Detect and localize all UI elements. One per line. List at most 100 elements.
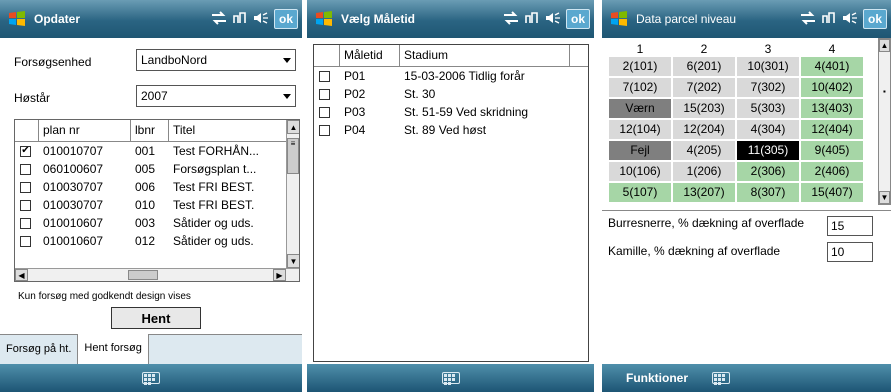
- scroll-down-icon[interactable]: ▼: [879, 191, 890, 204]
- windows-start-icon[interactable]: [6, 8, 28, 30]
- signal-icon[interactable]: [524, 11, 540, 28]
- table-row[interactable]: ✔ 010010707 001 Test FORHÅN...: [15, 142, 299, 160]
- row-checkbox[interactable]: [319, 106, 330, 118]
- vertical-scrollbar[interactable]: ▲ ▪ ▼: [878, 38, 891, 205]
- parcel-cell[interactable]: 7(302): [737, 78, 799, 97]
- forsogsenhed-dropdown[interactable]: LandboNord: [136, 49, 296, 71]
- parcel-cell[interactable]: 2(406): [801, 162, 863, 181]
- header-check-col: [15, 120, 39, 141]
- signal-icon[interactable]: [232, 11, 248, 28]
- signal-icon[interactable]: [821, 11, 837, 28]
- title-bar: Data parcel niveau ok: [602, 0, 891, 38]
- parcel-cell[interactable]: 4(304): [737, 120, 799, 139]
- row-checkbox[interactable]: [319, 70, 330, 82]
- row-checkbox[interactable]: [319, 88, 330, 100]
- parcel-cell[interactable]: 10(301): [737, 57, 799, 76]
- parcel-cell[interactable]: 9(405): [801, 141, 863, 160]
- scroll-up-icon[interactable]: ▲: [287, 120, 299, 134]
- scroll-thumb[interactable]: ≡: [287, 138, 299, 174]
- parcel-cell[interactable]: 7(102): [609, 78, 671, 97]
- table-row[interactable]: 010010607 003 Såtider og uds.: [15, 214, 299, 232]
- parcel-cell[interactable]: 5(303): [737, 99, 799, 118]
- parcel-cell[interactable]: 5(107): [609, 183, 671, 202]
- parcel-cell[interactable]: 2(101): [609, 57, 671, 76]
- parcel-cell[interactable]: Fejl: [609, 141, 671, 160]
- ok-button[interactable]: ok: [862, 9, 887, 29]
- parcel-cell[interactable]: 12(404): [801, 120, 863, 139]
- table-row[interactable]: P01 15-03-2006 Tidlig forår: [314, 67, 588, 85]
- vertical-scrollbar[interactable]: ▲ ≡ ▼: [286, 120, 299, 268]
- tab-hent-forsog[interactable]: Hent forsøg: [78, 334, 149, 364]
- row-checkbox[interactable]: [319, 124, 330, 136]
- hostar-label: Høstår: [14, 91, 50, 105]
- plan-table[interactable]: plan nr lbnr Titel ✔ 010010707 001 Test FOR…: [14, 119, 300, 282]
- table-row[interactable]: 010030707 010 Test FRI BEST.: [15, 196, 299, 214]
- header-stadium[interactable]: Stadium: [400, 45, 570, 66]
- parcel-cell[interactable]: 1(206): [673, 162, 735, 181]
- scroll-thumb[interactable]: ▪: [883, 87, 886, 96]
- row-checkbox[interactable]: [20, 235, 31, 247]
- parcel-cell[interactable]: 10(402): [801, 78, 863, 97]
- scroll-right-icon[interactable]: ▶: [273, 269, 286, 281]
- tab-forsog-pa-ht[interactable]: Forsøg på ht.: [0, 335, 79, 364]
- parcel-cell[interactable]: 13(403): [801, 99, 863, 118]
- parcel-cell[interactable]: 12(104): [609, 120, 671, 139]
- parcel-cell[interactable]: 15(407): [801, 183, 863, 202]
- parcel-grid[interactable]: 1 2 3 4 2(101) 6(201) 10(301) 4(401) 7(102) 7(202…: [609, 42, 879, 206]
- parcel-cell[interactable]: 11(305): [737, 141, 799, 160]
- parcel-cell[interactable]: 6(201): [673, 57, 735, 76]
- table-row[interactable]: P02 St. 30: [314, 85, 588, 103]
- kamille-input[interactable]: 10: [827, 242, 873, 262]
- burresnerre-input[interactable]: 15: [827, 216, 873, 236]
- parcel-cell[interactable]: 2(306): [737, 162, 799, 181]
- scroll-up-icon[interactable]: ▲: [879, 39, 890, 52]
- table-row[interactable]: P03 St. 51-59 Ved skridning: [314, 103, 588, 121]
- row-checkbox[interactable]: [20, 181, 31, 193]
- ok-button[interactable]: ok: [565, 9, 590, 29]
- windows-start-icon[interactable]: [608, 8, 630, 30]
- row-checkbox[interactable]: [20, 217, 31, 229]
- scroll-down-icon[interactable]: ▼: [287, 254, 299, 268]
- scroll-left-icon[interactable]: ◀: [15, 269, 28, 281]
- keyboard-icon[interactable]: [712, 372, 730, 385]
- keyboard-icon[interactable]: [441, 372, 460, 385]
- parcel-cell[interactable]: Værn: [609, 99, 671, 118]
- connectivity-icon[interactable]: [503, 10, 519, 28]
- row-checkbox[interactable]: [20, 163, 31, 175]
- connectivity-icon[interactable]: [800, 10, 816, 28]
- volume-icon[interactable]: [545, 11, 561, 28]
- parcel-cell[interactable]: 15(203): [673, 99, 735, 118]
- ok-button[interactable]: ok: [273, 9, 298, 29]
- connectivity-icon[interactable]: [211, 10, 227, 28]
- h-scroll-thumb[interactable]: [128, 270, 158, 280]
- header-plan-nr[interactable]: plan nr: [39, 120, 131, 141]
- header-titel[interactable]: Titel: [169, 120, 287, 141]
- cell-titel: Såtider og uds.: [173, 234, 254, 248]
- table-row[interactable]: 010010607 012 Såtider og uds.: [15, 232, 299, 250]
- hostar-dropdown[interactable]: 2007: [136, 85, 296, 107]
- parcel-cell[interactable]: 8(307): [737, 183, 799, 202]
- table-row[interactable]: P04 St. 89 Ved høst: [314, 121, 588, 139]
- windows-start-icon[interactable]: [313, 8, 335, 30]
- maletid-table[interactable]: Måletid Stadium P01 15-03-2006 Tidlig for…: [313, 44, 589, 362]
- parcel-cell[interactable]: 7(202): [673, 78, 735, 97]
- parcel-cell[interactable]: 4(401): [801, 57, 863, 76]
- table-row[interactable]: 010030707 006 Test FRI BEST.: [15, 178, 299, 196]
- horizontal-scrollbar[interactable]: ◀ ▶: [15, 268, 299, 281]
- volume-icon[interactable]: [842, 11, 858, 28]
- funktioner-menu[interactable]: Funktioner: [626, 371, 688, 385]
- header-lbnr[interactable]: lbnr: [131, 120, 169, 141]
- header-maletid[interactable]: Måletid: [340, 45, 400, 66]
- parcel-cell[interactable]: 13(207): [673, 183, 735, 202]
- keyboard-icon[interactable]: [142, 372, 160, 385]
- row-checkbox[interactable]: [20, 199, 31, 211]
- volume-icon[interactable]: [253, 11, 269, 28]
- cell-lbnr: 005: [135, 162, 156, 176]
- hent-button[interactable]: Hent: [111, 307, 201, 329]
- parcel-cell[interactable]: 4(205): [673, 141, 735, 160]
- row-checkbox[interactable]: ✔: [20, 145, 31, 157]
- parcel-cell[interactable]: 12(204): [673, 120, 735, 139]
- table-row[interactable]: 060100607 005 Forsøgsplan t...: [15, 160, 299, 178]
- cell-titel: Test FRI BEST.: [173, 198, 255, 212]
- parcel-cell[interactable]: 10(106): [609, 162, 671, 181]
